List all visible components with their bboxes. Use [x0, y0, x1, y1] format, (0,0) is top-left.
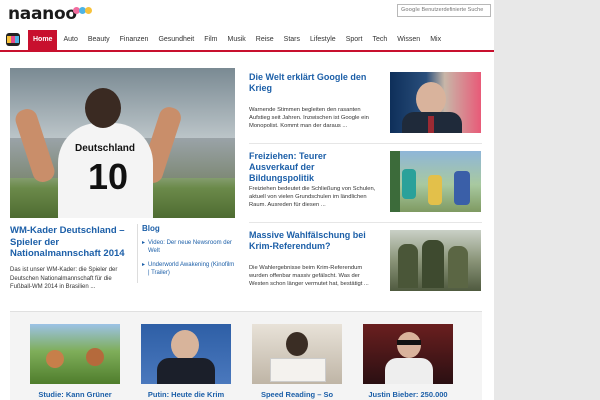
teaser-tile[interactable]: Studie: Kann Grüner — [30, 324, 120, 399]
article-image[interactable] — [390, 151, 481, 212]
blog-title[interactable]: Blog — [142, 224, 235, 233]
page: naanoo Google Benutzerdefinierte Suche H… — [0, 0, 600, 400]
article-description: Freiziehen bedeutet die Schließung von S… — [249, 186, 376, 209]
article-title-link[interactable]: Freiziehen: Teurer Ausverkauf der Bildun… — [249, 151, 377, 184]
article-description: Warnende Stimmen begleiten den rasanten … — [249, 107, 369, 130]
site-header: naanoo Google Benutzerdefinierte Suche — [0, 0, 494, 30]
search-input[interactable]: Google Benutzerdefinierte Suche — [397, 4, 491, 17]
teaser-tile[interactable]: Putin: Heute die Krim — [141, 324, 231, 399]
nav-item-sport[interactable]: Sport — [342, 30, 367, 50]
nav-item-home[interactable]: Home — [28, 30, 58, 50]
nav-item-stars[interactable]: Stars — [280, 30, 304, 50]
article-separator — [249, 143, 482, 144]
main-content: Deutschland 10 WM-Kader Deutschland – Sp… — [0, 52, 494, 400]
article-description: Die Wahlergebnisse beim Krim-Referendum … — [249, 265, 369, 288]
nav-item-mix[interactable]: Mix — [426, 30, 445, 50]
hero-description: Das ist unser WM-Kader: die Spieler der … — [10, 267, 118, 290]
teaser-image[interactable] — [252, 324, 342, 384]
article-image[interactable] — [390, 230, 481, 291]
nav-item-beauty[interactable]: Beauty — [84, 30, 114, 50]
nav-item-wissen[interactable]: Wissen — [393, 30, 424, 50]
blog-item-link[interactable]: Video: Der neue Newsroom der Welt — [142, 239, 235, 255]
logo-dots-icon — [73, 7, 93, 15]
main-nav: Home Auto Beauty Finanzen Gesundheit Film Musi… — [0, 30, 494, 50]
teaser-band: Studie: Kann Grüner Putin: Heute die Kri… — [10, 311, 482, 400]
article-teaser: Massive Wahlfälschung bei Krim-Referendu… — [249, 230, 482, 296]
site-logo[interactable]: naanoo — [8, 4, 77, 24]
teaser-title[interactable]: Putin: Heute die Krim — [141, 390, 231, 399]
nav-item-musik[interactable]: Musik — [223, 30, 249, 50]
hero-image[interactable]: Deutschland 10 — [10, 68, 235, 218]
nav-item-film[interactable]: Film — [200, 30, 221, 50]
nav-item-reise[interactable]: Reise — [252, 30, 278, 50]
nav-item-tech[interactable]: Tech — [368, 30, 391, 50]
blog-item-link[interactable]: Underworld Awakening (Kinofilm | Trailer… — [142, 261, 235, 277]
nav-item-lifestyle[interactable]: Lifestyle — [306, 30, 340, 50]
teaser-title[interactable]: Speed Reading – So — [252, 390, 342, 399]
search-placeholder: Benutzerdefinierte Suche — [421, 7, 484, 13]
article-separator — [249, 222, 482, 223]
teaser-image[interactable] — [30, 324, 120, 384]
article-title-link[interactable]: Die Welt erklärt Google den Krieg — [249, 72, 377, 94]
nav-item-finanzen[interactable]: Finanzen — [116, 30, 153, 50]
teaser-image[interactable] — [141, 324, 231, 384]
tv-logo-icon[interactable] — [6, 33, 20, 46]
teaser-image[interactable] — [363, 324, 453, 384]
hero-title-link[interactable]: WM-Kader Deutschland – Spieler der Natio… — [10, 225, 135, 260]
jersey-name: Deutschland — [74, 143, 135, 154]
search-brand: Google — [401, 7, 420, 13]
teaser-tile[interactable]: Justin Bieber: 250.000 — [363, 324, 453, 399]
teaser-title[interactable]: Studie: Kann Grüner — [30, 390, 120, 399]
jersey-number: 10 — [87, 156, 129, 197]
teaser-title[interactable]: Justin Bieber: 250.000 — [363, 390, 453, 399]
browser-background — [494, 0, 600, 400]
article-teaser: Freiziehen: Teurer Ausverkauf der Bildun… — [249, 151, 482, 217]
nav-item-auto[interactable]: Auto — [59, 30, 81, 50]
teaser-tile[interactable]: Speed Reading – So — [252, 324, 342, 399]
player-head — [85, 88, 121, 128]
article-title-link[interactable]: Massive Wahlfälschung bei Krim-Referendu… — [249, 230, 377, 252]
article-teaser: Die Welt erklärt Google den Krieg Warnen… — [249, 72, 482, 138]
nav-item-gesundheit[interactable]: Gesundheit — [154, 30, 198, 50]
blog-box: Blog Video: Der neue Newsroom der Welt U… — [137, 224, 235, 283]
article-image[interactable] — [390, 72, 481, 133]
nav-items: Home Auto Beauty Finanzen Gesundheit Film Musi… — [28, 30, 447, 50]
